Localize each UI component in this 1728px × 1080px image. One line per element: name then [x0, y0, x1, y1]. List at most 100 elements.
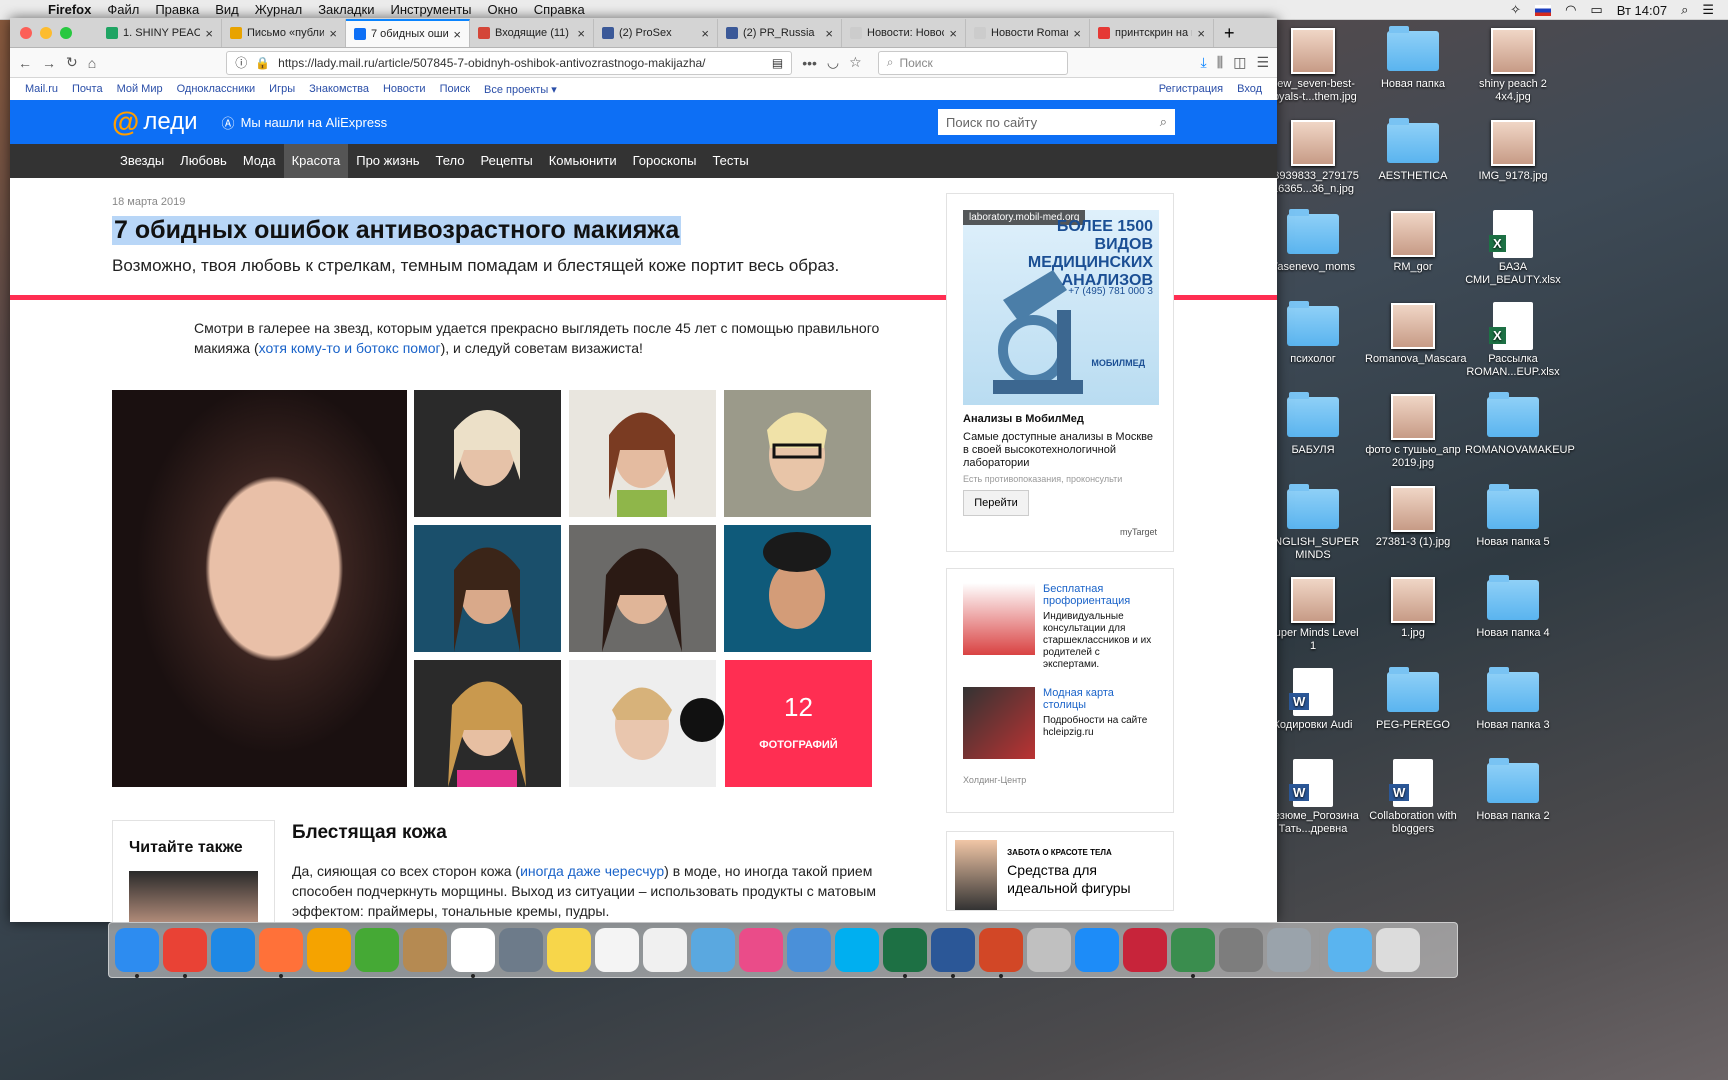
- safari-icon[interactable]: [211, 928, 255, 972]
- desktop-icon[interactable]: Yasenevo_moms: [1265, 209, 1361, 274]
- home-icon[interactable]: ⌂: [88, 55, 96, 71]
- desktop-icon[interactable]: фото с тушью_апр 2019.jpg: [1365, 394, 1461, 470]
- ad-mobilmed[interactable]: laboratory.mobil-med.org БОЛЕЕ 1500 ВИДО…: [946, 193, 1174, 552]
- close-window-button[interactable]: [20, 27, 32, 39]
- zoom-window-button[interactable]: [60, 27, 72, 39]
- info-icon[interactable]: ⓘ: [235, 54, 247, 71]
- desktop-icon[interactable]: shiny peach 2 4x4.jpg: [1465, 28, 1561, 104]
- menu-item[interactable]: Журнал: [247, 2, 310, 17]
- tab-close-icon[interactable]: ×: [453, 27, 461, 42]
- portal-link[interactable]: Новости: [383, 83, 426, 95]
- desktop-icon[interactable]: Новая папка 2: [1465, 758, 1561, 823]
- portal-link[interactable]: Знакомства: [309, 83, 369, 95]
- tab[interactable]: (2) PR_Russia ×: [718, 19, 842, 47]
- pocket-icon[interactable]: ◡: [827, 54, 839, 71]
- ad-item[interactable]: Модная карта столицы Подробности на сайте…: [963, 687, 1157, 759]
- input-source-flag-icon[interactable]: [1535, 4, 1552, 16]
- ad-item[interactable]: Бесплатная профориентация Индивидуальные …: [963, 583, 1157, 671]
- launchpad-icon[interactable]: [499, 928, 543, 972]
- settings-icon[interactable]: [1219, 928, 1263, 972]
- desktop-icon[interactable]: Новая папка 3: [1465, 666, 1561, 732]
- category-link[interactable]: Про жизнь: [348, 144, 427, 178]
- powerpoint-icon[interactable]: [979, 928, 1023, 978]
- desktop-icon[interactable]: PEG-PEREGO: [1365, 666, 1461, 732]
- excel-icon[interactable]: [883, 928, 927, 978]
- desktop-icon[interactable]: AESTHETICA: [1365, 117, 1461, 183]
- reader-view-icon[interactable]: ▤: [772, 56, 783, 70]
- category-link[interactable]: Красота: [283, 144, 349, 178]
- tab[interactable]: Входящие (11) - ×: [470, 19, 594, 47]
- category-link[interactable]: Тело: [428, 144, 473, 178]
- tab[interactable]: Новости Romano ×: [966, 19, 1090, 47]
- register-link[interactable]: Регистрация: [1159, 83, 1223, 95]
- tab-close-icon[interactable]: ×: [577, 26, 585, 41]
- menu-item[interactable]: Вид: [207, 2, 247, 17]
- read-also-box[interactable]: Читайте также: [112, 820, 275, 922]
- tab[interactable]: Письмо «публик ×: [222, 19, 346, 47]
- portal-link[interactable]: Все проекты ▾: [484, 83, 557, 96]
- portal-link[interactable]: Одноклассники: [177, 83, 256, 95]
- category-link[interactable]: Гороскопы: [625, 144, 705, 178]
- tab-close-icon[interactable]: ×: [701, 26, 709, 41]
- portal-link[interactable]: Почта: [72, 83, 103, 95]
- desktop-icon[interactable]: психолог: [1265, 300, 1361, 366]
- reload-icon[interactable]: ↻: [66, 54, 78, 71]
- tab-close-icon[interactable]: ×: [949, 26, 957, 41]
- ad-network[interactable]: myTarget: [1120, 527, 1157, 537]
- desktop-icon[interactable]: Новая папка 4: [1465, 575, 1561, 640]
- wifi-icon[interactable]: ◠: [1565, 2, 1576, 18]
- back-icon[interactable]: ←: [18, 55, 32, 71]
- hamburger-menu-icon[interactable]: ☰: [1256, 54, 1269, 71]
- search-icon[interactable]: ⌕: [1160, 114, 1167, 130]
- desktop-icon[interactable]: 27381-3 (1).jpg: [1365, 485, 1461, 549]
- ad-thumbnail[interactable]: [963, 687, 1035, 759]
- menu-item[interactable]: Файл: [99, 2, 147, 17]
- tab[interactable]: Новости: Новость: Д ×: [842, 19, 966, 47]
- desktop-icon[interactable]: Romanova_Mascara: [1365, 302, 1467, 366]
- printer-icon[interactable]: [787, 928, 831, 972]
- ad-title[interactable]: Анализы в МобилМед: [963, 413, 1157, 425]
- desktop-icon[interactable]: БАБУЛЯ: [1265, 392, 1361, 457]
- site-search-input[interactable]: Поиск по сайту ⌕: [938, 109, 1175, 135]
- tab-close-icon[interactable]: ×: [1073, 26, 1081, 41]
- desktop-icon[interactable]: 53939833_279175 16365...36_n.jpg: [1265, 119, 1361, 196]
- chrome-icon[interactable]: [163, 928, 207, 978]
- desktop-icon[interactable]: X БАЗА СМИ_BEAUTY.xlsx: [1465, 210, 1561, 287]
- menu-item[interactable]: Окно: [480, 2, 526, 17]
- desktop-icon[interactable]: X Рассылка ROMAN...EUP.xlsx: [1465, 301, 1561, 379]
- tab[interactable]: 7 обидных ошиб ×: [346, 19, 470, 47]
- portal-link[interactable]: Мой Мир: [117, 83, 163, 95]
- photo-gallery[interactable]: 12 ФОТОГРАФИЙ: [112, 390, 872, 787]
- sidebar-icon[interactable]: ◫: [1233, 54, 1246, 71]
- gallery-count-tile[interactable]: 12 ФОТОГРАФИЙ: [725, 660, 872, 787]
- desktop-icon[interactable]: W Collaboration with bloggers: [1365, 759, 1461, 836]
- menu-item[interactable]: Инструменты: [382, 2, 479, 17]
- mac-icon[interactable]: [1027, 928, 1071, 972]
- app-store-icon[interactable]: [1075, 928, 1119, 972]
- ad-thumbnail[interactable]: [963, 583, 1035, 655]
- category-link[interactable]: Любовь: [172, 144, 235, 178]
- tab[interactable]: принтскрин на м ×: [1090, 19, 1214, 47]
- calendar-icon[interactable]: [451, 928, 495, 978]
- menu-item[interactable]: Правка: [147, 2, 207, 17]
- minimize-window-button[interactable]: [40, 27, 52, 39]
- bookmark-star-icon[interactable]: ☆: [849, 54, 862, 71]
- portal-link[interactable]: Mail.ru: [25, 83, 58, 95]
- trash-icon[interactable]: [1376, 928, 1420, 972]
- login-link[interactable]: Вход: [1237, 83, 1262, 95]
- contacts-icon[interactable]: [403, 928, 447, 972]
- download-icon[interactable]: ⤓: [1201, 54, 1207, 71]
- spotlight-icon[interactable]: ⌕: [1681, 2, 1688, 18]
- desktop-icon[interactable]: W Резюме_Рогозина Тать...древна: [1265, 759, 1361, 836]
- desktop-icon[interactable]: W Кодировки Audi: [1265, 667, 1361, 732]
- intro-link[interactable]: хотя кому-то и ботокс помог: [259, 340, 441, 356]
- tab-close-icon[interactable]: ×: [205, 26, 213, 41]
- category-link[interactable]: Мода: [235, 144, 284, 178]
- ad-block-3[interactable]: ЗАБОТА О КРАСОТЕ ТЕЛА Средства для идеаль…: [946, 831, 1174, 911]
- tab-close-icon[interactable]: ×: [1197, 26, 1205, 41]
- parallels-icon[interactable]: [1123, 928, 1167, 972]
- desktop-icon[interactable]: 1.jpg: [1365, 577, 1461, 640]
- word-icon[interactable]: [931, 928, 975, 978]
- ad-image[interactable]: laboratory.mobil-med.org БОЛЕЕ 1500 ВИДО…: [963, 210, 1159, 405]
- skype-icon[interactable]: [835, 928, 879, 972]
